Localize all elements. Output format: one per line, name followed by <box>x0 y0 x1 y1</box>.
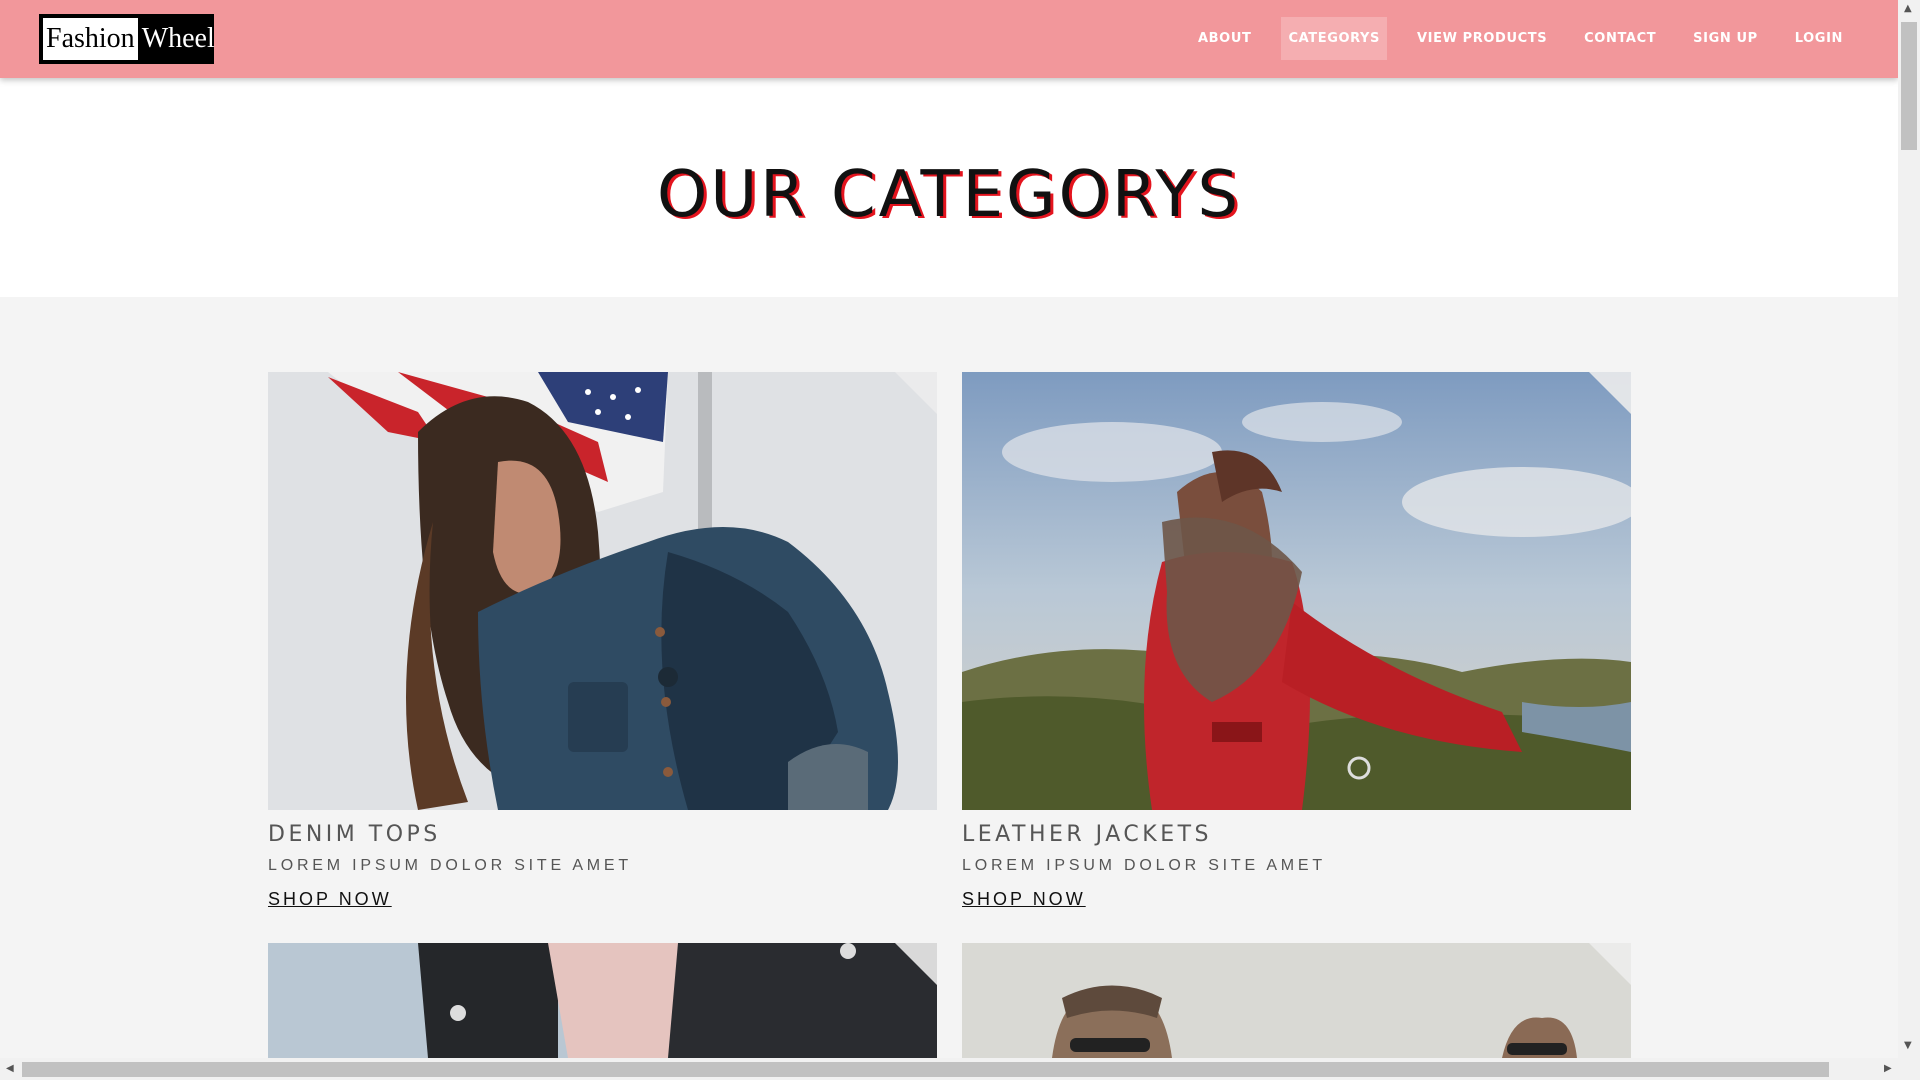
scrollbar-corner <box>1898 1058 1920 1080</box>
page-title: OUR CATEGORYS <box>656 158 1242 232</box>
nav-about[interactable]: ABOUT <box>1191 17 1258 60</box>
scroll-right-icon[interactable]: ▶ <box>1884 1064 1892 1074</box>
logo-text-fashion: Fashion <box>43 18 138 60</box>
category-description: LOREM IPSUM DOLOR SITE AMET <box>962 857 1326 874</box>
logo-text-wheel: Wheel <box>141 23 215 54</box>
horizontal-scrollbar[interactable]: ◀ ▶ <box>0 1058 1898 1080</box>
woman-red-coat-photo <box>962 372 1631 810</box>
category-image-3[interactable] <box>268 943 937 1058</box>
leather-jacket-photo <box>268 943 937 1058</box>
category-image-denim[interactable] <box>268 372 937 810</box>
nav-sign-up[interactable]: SIGN UP <box>1686 17 1765 60</box>
page-header-section: OUR CATEGORYS <box>0 78 1898 297</box>
category-card-leather-jackets: LEATHER JACKETS LOREM IPSUM DOLOR SITE A… <box>962 372 1631 910</box>
category-image-leather[interactable] <box>962 372 1631 810</box>
shop-now-link[interactable]: SHOP NOW <box>268 889 392 910</box>
category-card-denim-tops: DENIM TOPS LOREM IPSUM DOLOR SITE AMET S… <box>268 372 937 910</box>
nav-contact[interactable]: CONTACT <box>1577 17 1663 60</box>
category-title: LEATHER JACKETS <box>962 822 1213 847</box>
corner-fold <box>895 943 937 985</box>
woman-denim-photo <box>268 372 937 810</box>
category-description: LOREM IPSUM DOLOR SITE AMET <box>268 857 632 874</box>
scroll-left-icon[interactable]: ◀ <box>6 1064 14 1074</box>
corner-fold <box>1589 372 1631 414</box>
vertical-scrollbar[interactable]: ▲ ▼ <box>1898 0 1920 1080</box>
corner-fold <box>895 372 937 414</box>
corner-fold <box>1589 943 1631 985</box>
main-nav: ABOUT CATEGORYS VIEW PRODUCTS CONTACT SI… <box>1168 17 1850 60</box>
vertical-scroll-thumb[interactable] <box>1901 22 1917 150</box>
horizontal-scroll-thumb[interactable] <box>22 1062 1829 1077</box>
nav-categorys[interactable]: CATEGORYS <box>1281 17 1388 60</box>
nav-view-products[interactable]: VIEW PRODUCTS <box>1410 17 1554 60</box>
scroll-down-icon[interactable]: ▼ <box>1904 1041 1912 1051</box>
category-card-4 <box>962 943 1631 1058</box>
top-navbar: Fashion Wheel ABOUT CATEGORYS VIEW PRODU… <box>0 0 1898 78</box>
shop-now-link[interactable]: SHOP NOW <box>962 889 1086 910</box>
category-title: DENIM TOPS <box>268 822 441 847</box>
brand-logo[interactable]: Fashion Wheel <box>39 14 215 64</box>
category-card-3 <box>268 943 937 1058</box>
category-image-4[interactable] <box>962 943 1631 1058</box>
scroll-up-icon[interactable]: ▲ <box>1904 4 1912 14</box>
nav-login[interactable]: LOGIN <box>1788 17 1850 60</box>
men-sunglasses-photo <box>962 943 1631 1058</box>
